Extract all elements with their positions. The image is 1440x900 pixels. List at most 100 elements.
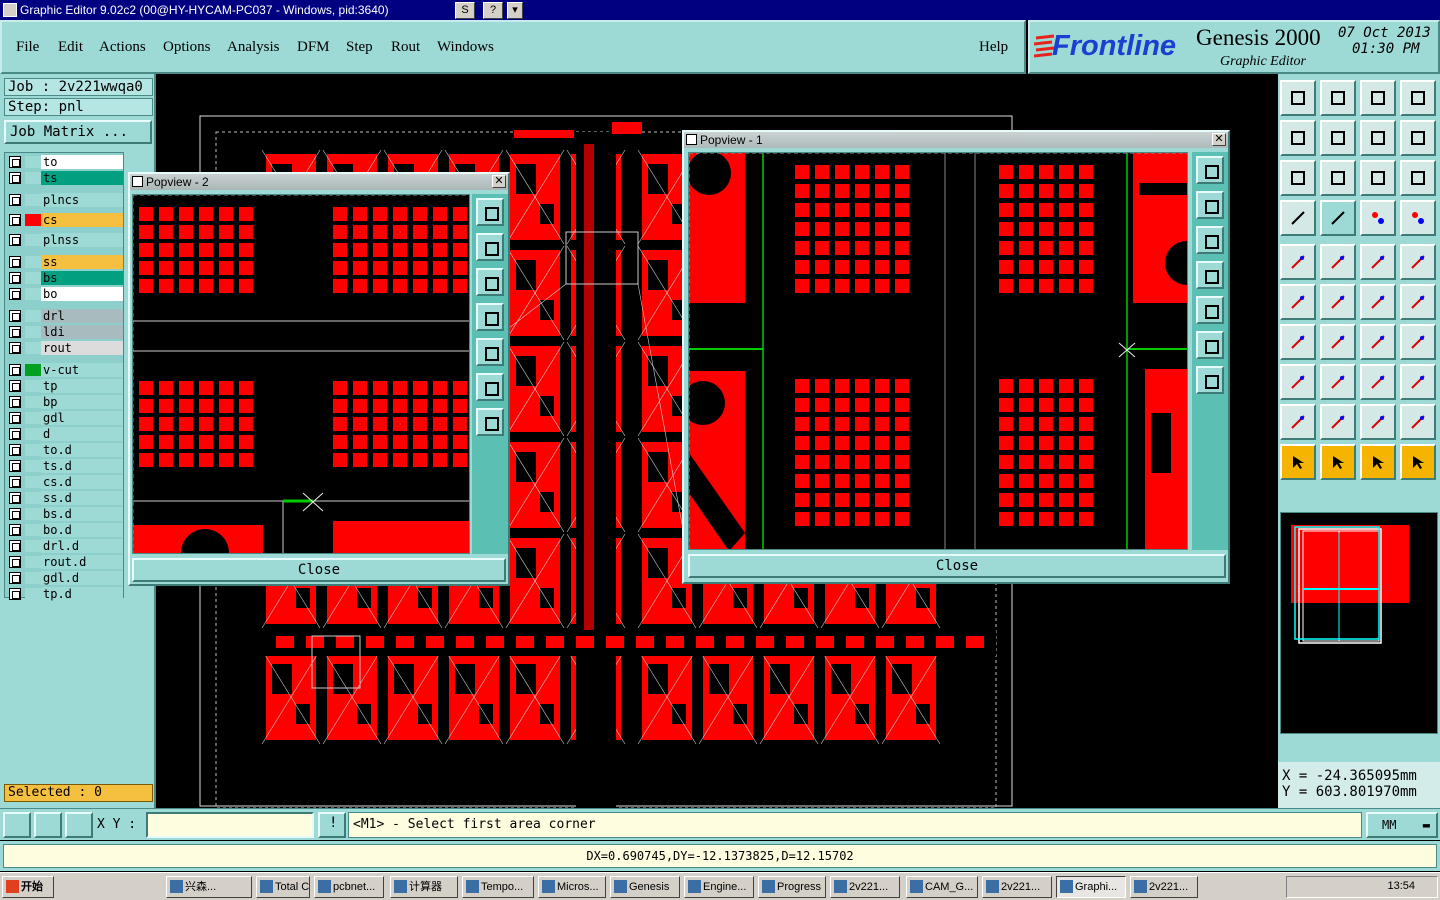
layer-row-ss[interactable]: ss [5,255,125,269]
layer-color-swatch[interactable] [25,310,41,322]
chevron-down-icon[interactable]: ▾ [507,2,523,19]
overview-map[interactable] [1280,512,1438,734]
layer-name[interactable]: rout [41,341,123,355]
menu-windows[interactable]: Windows [437,39,494,56]
layer-color-swatch[interactable] [25,492,41,504]
layer-row-tp[interactable]: tp [5,379,125,393]
job-matrix-button[interactable]: Job Matrix ... [4,120,152,144]
layer-checkbox[interactable] [9,588,21,600]
copy-button[interactable] [1280,364,1316,400]
layer-row-drl.d[interactable]: drl.d [5,539,125,553]
layer-row-cs.d[interactable]: cs.d [5,475,125,489]
layer-checkbox[interactable] [9,326,21,338]
layer-row-ldi[interactable]: ldi [5,325,125,339]
pointer-button[interactable] [1280,444,1316,480]
array-button[interactable] [1360,364,1396,400]
layer-color-swatch[interactable] [25,288,41,300]
layer-color-swatch[interactable] [25,588,41,600]
taskbar-item[interactable]: Total C... [256,876,310,898]
popview-tool-button[interactable] [476,303,504,331]
layer-color-swatch[interactable] [25,540,41,552]
layer-row-ts.d[interactable]: ts.d [5,459,125,473]
snap-button[interactable] [1360,200,1396,236]
popview-1-titlebar[interactable]: Popview - 1 ✕ [684,132,1228,148]
layer-color-swatch[interactable] [25,326,41,338]
layer-name[interactable]: v-cut [41,363,123,377]
layer-row-plncs[interactable]: plncs [5,193,125,207]
layer-name[interactable]: plncs [41,193,123,207]
pointer-box-button[interactable] [1320,444,1356,480]
popview-tool-button[interactable] [1196,366,1224,394]
layer-checkbox[interactable] [9,256,21,268]
layer-checkbox[interactable] [9,364,21,376]
triangle-button[interactable] [1280,404,1316,440]
popview-tool-button[interactable] [476,408,504,436]
close-icon[interactable]: ✕ [1212,133,1226,146]
layer-color-swatch[interactable] [25,476,41,488]
popview-tool-button[interactable] [476,268,504,296]
zoom-area-button[interactable] [3,812,31,838]
layer-row-gdl[interactable]: gdl [5,411,125,425]
layer-name[interactable]: ss.d [41,491,123,505]
window-button[interactable] [1400,80,1436,116]
layer-color-swatch[interactable] [25,396,41,408]
pointer-net-button[interactable] [1400,444,1436,480]
pointer-area-button[interactable] [1360,444,1396,480]
layer-checkbox[interactable] [9,508,21,520]
layer-color-swatch[interactable] [25,428,41,440]
layer-checkbox[interactable] [9,272,21,284]
abort-button[interactable]: ! [318,812,346,838]
taskbar-item[interactable]: Genesis [610,876,680,898]
triangle-line-button[interactable] [1320,404,1356,440]
snap-active-button[interactable] [1400,200,1436,236]
taskbar-item[interactable]: 兴森... [166,876,252,898]
connect-button[interactable] [1360,284,1396,320]
layer-color-swatch[interactable] [25,234,41,246]
popview-tool-button[interactable] [1196,331,1224,359]
select-button[interactable] [1280,244,1316,280]
profile-button[interactable] [1360,404,1396,440]
popview-tool-button[interactable] [1196,261,1224,289]
popview-1-viewport[interactable] [688,152,1188,550]
layer-row-to[interactable]: to [5,155,125,169]
layer-checkbox[interactable] [9,540,21,552]
fit-screen-button[interactable] [1280,160,1316,196]
help-button[interactable] [1400,160,1436,196]
layer-color-swatch[interactable] [25,172,41,184]
redraw-button[interactable] [1400,120,1436,156]
layer-color-swatch[interactable] [25,524,41,536]
layer-name[interactable]: gdl.d [41,571,123,585]
pattern-button[interactable] [1400,324,1436,360]
menu-file[interactable]: File [16,39,39,56]
layer-color-swatch[interactable] [25,380,41,392]
menu-edit[interactable]: Edit [58,39,83,56]
menu-dfm[interactable]: DFM [297,39,330,56]
layer-name[interactable]: cs.d [41,475,123,489]
layer-row-bs.d[interactable]: bs.d [5,507,125,521]
move-button[interactable] [1320,364,1356,400]
taskbar-item[interactable]: Progress [758,876,826,898]
layer-row-cs[interactable]: cs [5,213,125,227]
layer-color-swatch[interactable] [25,194,41,206]
layer-name[interactable]: to [41,155,123,169]
layer-name[interactable]: bo.d [41,523,123,537]
taskbar-item[interactable]: 2v221... [982,876,1052,898]
layer-checkbox[interactable] [9,460,21,472]
layer-name[interactable]: ss [41,255,123,269]
layer-row-v-cut[interactable]: v-cut [5,363,125,377]
layer-name[interactable]: rout.d [41,555,123,569]
popview-tool-button[interactable] [1196,191,1224,219]
popview-tool-button[interactable] [1196,296,1224,324]
layer-name[interactable]: plnss [41,233,123,247]
layer-color-swatch[interactable] [25,214,41,226]
layer-name[interactable]: ts [41,171,123,185]
layer-checkbox[interactable] [9,428,21,440]
layer-name[interactable]: ldi [41,325,123,339]
measure-button[interactable] [34,812,62,838]
layer-name[interactable]: bs [41,271,123,285]
popview-1-close-button[interactable]: Close [688,554,1226,578]
layer-row-ts[interactable]: ts [5,171,125,185]
menu-step[interactable]: Step [346,39,373,56]
layer-checkbox[interactable] [9,156,21,168]
taskbar-item[interactable]: CAM_G... [906,876,978,898]
